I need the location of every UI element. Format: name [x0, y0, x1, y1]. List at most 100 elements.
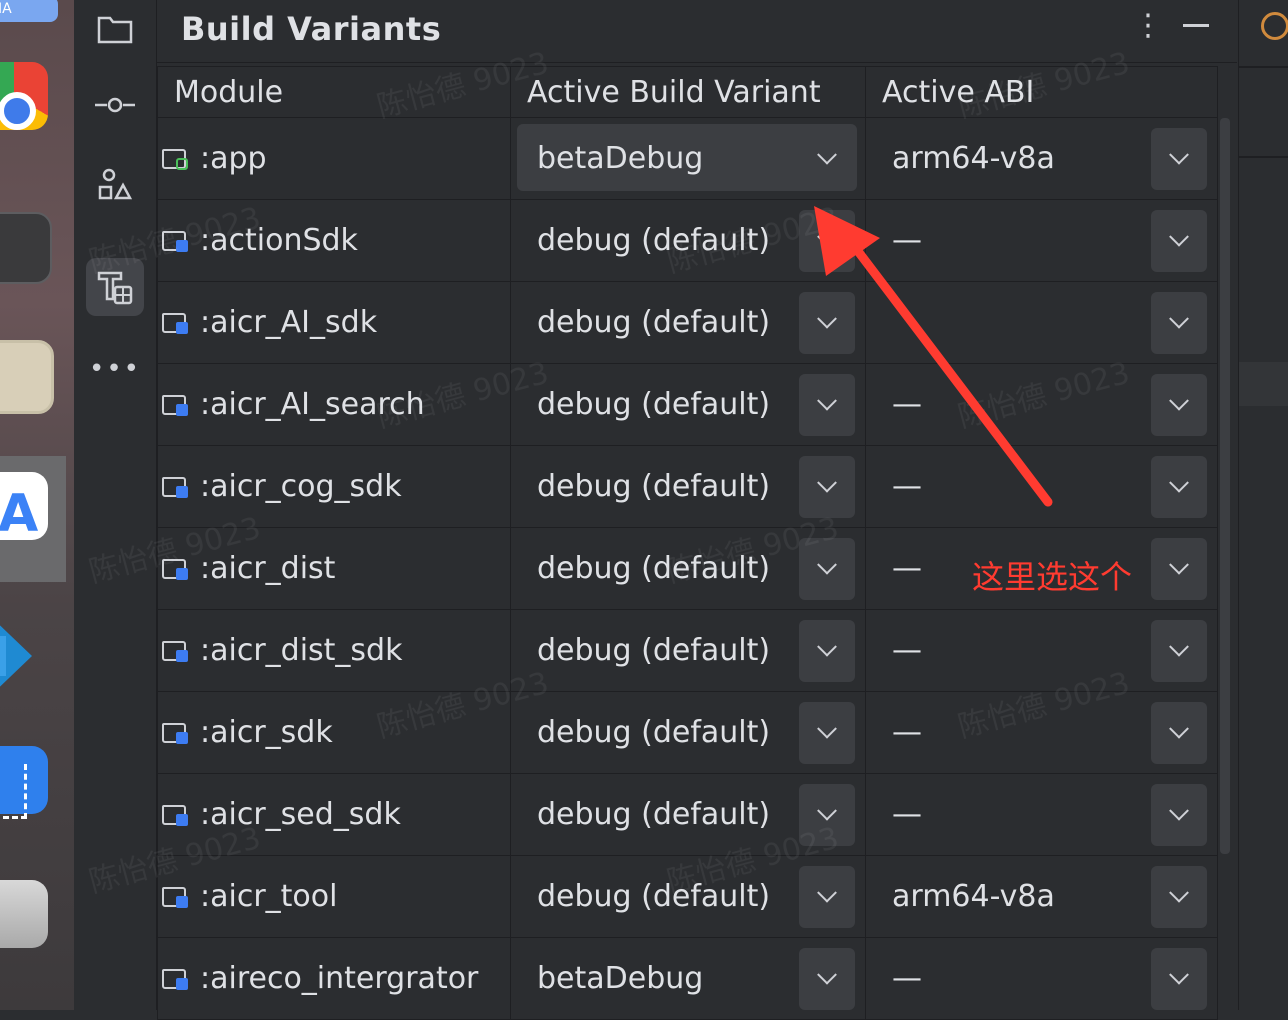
build-variant-dropdown[interactable]: betaDebug	[511, 938, 865, 1019]
abi-dropdown[interactable]: —	[866, 610, 1217, 691]
chevron-down-icon[interactable]	[1151, 456, 1207, 518]
chevron-down-icon[interactable]	[799, 456, 855, 518]
abi-dropdown[interactable]	[866, 282, 1217, 363]
abi-dropdown[interactable]: —	[866, 446, 1217, 527]
chevron-down-icon[interactable]	[1151, 210, 1207, 272]
column-header-abi[interactable]: Active ABI	[865, 66, 1218, 118]
abi-value: arm64-v8a	[892, 141, 1055, 176]
build-variant-dropdown[interactable]: debug (default)	[511, 610, 865, 691]
library-module-icon	[162, 392, 192, 418]
table-row: :app betaDebug arm64-v8a	[157, 117, 1218, 200]
table-row: :aicr_sdk debug (default) —	[157, 691, 1218, 774]
column-header-module[interactable]: Module	[157, 66, 511, 118]
build-variants-icon[interactable]	[86, 258, 144, 316]
module-label: :aicr_sdk	[200, 715, 333, 750]
build-variant-value: debug (default)	[537, 551, 771, 586]
notifications-icon[interactable]	[1261, 12, 1288, 40]
chevron-down-icon[interactable]	[799, 620, 855, 682]
module-label: :aicr_AI_sdk	[200, 305, 378, 340]
chevron-down-icon[interactable]	[799, 292, 855, 354]
build-variant-dropdown[interactable]: debug (default)	[511, 692, 865, 773]
annotation-label: 这里选这个	[972, 558, 1133, 596]
abi-dropdown[interactable]: arm64-v8a	[866, 856, 1217, 937]
build-variant-cell: debug (default)	[510, 773, 866, 856]
module-cell: :aicr_cog_sdk	[157, 445, 511, 528]
abi-dropdown[interactable]: —	[866, 938, 1217, 1019]
terminal-app-icon[interactable]	[0, 212, 52, 284]
build-variant-dropdown[interactable]: debug (default)	[511, 200, 865, 281]
abi-dropdown[interactable]: arm64-v8a	[866, 118, 1217, 199]
module-cell: :aireco_intergrator	[157, 937, 511, 1020]
build-variant-dropdown[interactable]: debug (default)	[511, 528, 865, 609]
abi-value: —	[892, 715, 922, 750]
divider	[1239, 66, 1288, 68]
chevron-down-icon[interactable]	[799, 702, 855, 764]
abi-dropdown[interactable]: —	[866, 774, 1217, 855]
chevron-down-icon[interactable]	[1151, 620, 1207, 682]
database-app-icon[interactable]	[0, 880, 48, 948]
chevron-down-icon[interactable]	[799, 866, 855, 928]
abi-value: —	[892, 633, 922, 668]
resource-manager-icon[interactable]	[86, 156, 144, 214]
build-variant-cell: debug (default)	[510, 855, 866, 938]
module-name: :aicr_sdk	[158, 715, 510, 750]
abi-dropdown[interactable]: —	[866, 692, 1217, 773]
chevron-down-icon[interactable]	[799, 784, 855, 846]
build-variant-dropdown[interactable]: debug (default)	[511, 364, 865, 445]
project-folder-icon[interactable]	[86, 0, 144, 58]
build-variant-dropdown[interactable]: debug (default)	[511, 282, 865, 363]
module-cell: :aicr_AI_sdk	[157, 281, 511, 364]
chevron-down-icon[interactable]	[1151, 702, 1207, 764]
more-tools-icon[interactable]: •••	[86, 340, 144, 398]
chevron-down-icon[interactable]	[1151, 866, 1207, 928]
build-variant-value: debug (default)	[537, 469, 771, 504]
table-row: :aicr_AI_sdk debug (default)	[157, 281, 1218, 364]
panel-header: Build Variants ⋮	[157, 0, 1237, 63]
chevron-down-icon[interactable]	[1151, 374, 1207, 436]
abi-dropdown[interactable]: —	[866, 200, 1217, 281]
chevron-down-icon[interactable]	[799, 210, 855, 272]
chevron-down-icon[interactable]	[1151, 784, 1207, 846]
table-row: :aicr_sed_sdk debug (default) —	[157, 773, 1218, 856]
build-variant-cell: debug (default)	[510, 527, 866, 610]
build-variant-dropdown[interactable]: betaDebug	[511, 118, 865, 199]
abi-value: —	[892, 387, 922, 422]
build-variant-dropdown[interactable]: debug (default)	[511, 856, 865, 937]
build-variant-cell: debug (default)	[510, 691, 866, 774]
module-name: :aicr_dist_sdk	[158, 633, 510, 668]
table-row: :aireco_intergrator betaDebug —	[157, 937, 1218, 1020]
right-tool-strip	[1238, 0, 1288, 1010]
macos-dock: IA	[0, 0, 74, 1010]
library-module-icon	[162, 474, 192, 500]
finder-app-icon[interactable]	[0, 340, 54, 414]
build-variant-cell: debug (default)	[510, 199, 866, 282]
screenshot-app-icon[interactable]	[0, 746, 48, 819]
chrome-app-icon[interactable]	[0, 62, 48, 130]
options-menu-icon[interactable]: ⋮	[1133, 8, 1163, 43]
chevron-down-icon[interactable]	[1151, 128, 1207, 190]
chevron-down-icon[interactable]	[799, 538, 855, 600]
chevron-down-icon[interactable]	[1151, 948, 1207, 1010]
selected-strip-item	[1239, 362, 1288, 406]
table-row: :aicr_tool debug (default) arm64-v8a	[157, 855, 1218, 938]
table-row: :aicr_AI_search debug (default) —	[157, 363, 1218, 446]
build-variant-dropdown[interactable]: debug (default)	[511, 446, 865, 527]
abi-cell: arm64-v8a	[865, 117, 1218, 200]
chevron-down-icon[interactable]	[1151, 292, 1207, 354]
abi-dropdown[interactable]: —	[866, 364, 1217, 445]
minimize-icon[interactable]	[1183, 24, 1209, 27]
library-module-icon	[162, 556, 192, 582]
abi-value: arm64-v8a	[892, 879, 1055, 914]
build-variant-dropdown[interactable]: debug (default)	[511, 774, 865, 855]
chevron-down-icon[interactable]	[1151, 538, 1207, 600]
abi-cell: —	[865, 609, 1218, 692]
chevron-down-icon[interactable]	[799, 948, 855, 1010]
chevron-down-icon[interactable]	[799, 128, 855, 190]
chevron-down-icon[interactable]	[799, 374, 855, 436]
commit-icon[interactable]	[86, 76, 144, 134]
vscode-app-icon[interactable]	[0, 612, 48, 700]
column-header-variant[interactable]: Active Build Variant	[510, 66, 866, 118]
vertical-scrollbar[interactable]	[1220, 118, 1230, 854]
android-studio-app-icon[interactable]	[0, 472, 48, 544]
build-variant-cell: betaDebug	[510, 117, 866, 200]
